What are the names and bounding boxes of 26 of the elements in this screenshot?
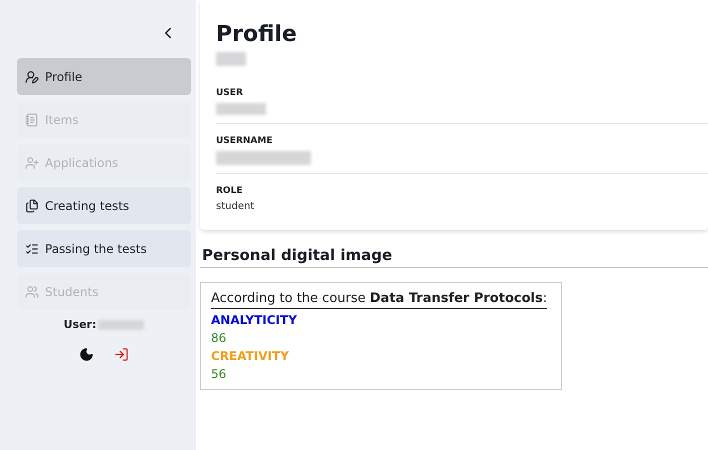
page-title: Profile [216,22,298,47]
redacted-text [216,103,266,115]
metric-name: CREATIVITY [211,349,289,363]
field-value: student [216,201,254,212]
user-label: User: [64,318,96,331]
checklist-icon [25,242,39,256]
profile-list-icon [25,70,39,84]
metric-value: 86 [211,331,226,345]
field-label: USERNAME [216,136,272,146]
sidebar-item[interactable]: Creating tests [17,187,191,224]
user-add-icon [25,156,39,170]
pages-icon [25,198,39,212]
book-icon [25,112,39,126]
metric-value: 56 [211,367,226,381]
sidebar-item[interactable]: Profile [17,58,191,95]
moon-icon[interactable] [79,347,94,362]
sidebar-item[interactable]: Passing the tests [17,230,191,267]
redacted-name [98,320,144,330]
course-intro: According to the course Data Transfer Protocols: [211,291,548,309]
users-icon [25,284,39,298]
field-label: ROLE [216,186,242,196]
section-title: Personal digital image [200,246,708,268]
metric-name: ANALYTICITY [211,313,297,327]
logout-icon[interactable] [114,347,129,362]
field-label: USER [216,88,243,98]
redacted-text [216,52,246,66]
